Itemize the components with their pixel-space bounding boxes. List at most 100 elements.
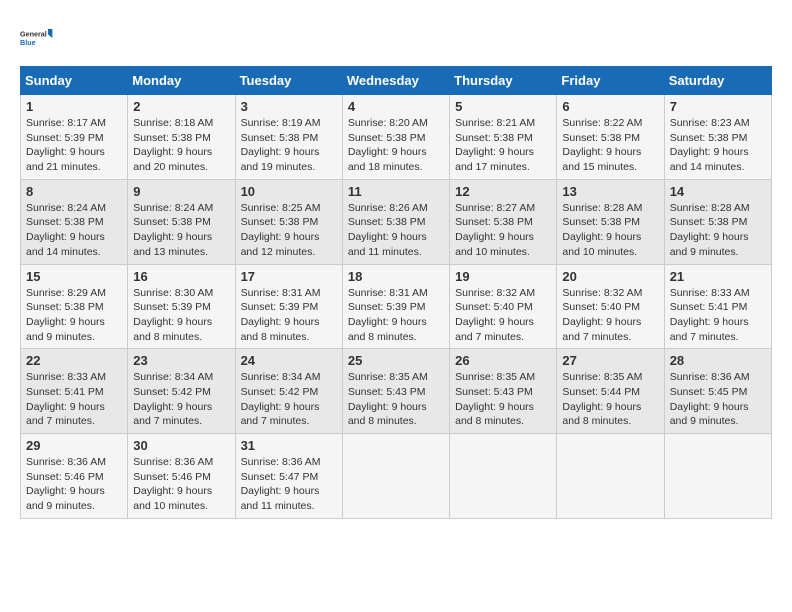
calendar-cell [557, 434, 664, 519]
weekday-monday: Monday [128, 67, 235, 95]
day-info: Sunrise: 8:33 AM Sunset: 5:41 PM Dayligh… [26, 370, 122, 429]
day-info: Sunrise: 8:31 AM Sunset: 5:39 PM Dayligh… [241, 286, 337, 345]
calendar-week-2: 8 Sunrise: 8:24 AM Sunset: 5:38 PM Daylig… [21, 179, 772, 264]
calendar-cell: 20Sunrise: 8:32 AM Sunset: 5:40 PM Dayli… [557, 264, 664, 349]
weekday-sunday: Sunday [21, 67, 128, 95]
day-info: Sunrise: 8:34 AM Sunset: 5:42 PM Dayligh… [241, 370, 337, 429]
day-number: 5 [455, 99, 551, 114]
day-info: Sunrise: 8:31 AM Sunset: 5:39 PM Dayligh… [348, 286, 444, 345]
calendar-cell: 14 Sunrise: 8:28 AM Sunset: 5:38 PM Dayli… [664, 179, 771, 264]
calendar-cell: 31Sunrise: 8:36 AM Sunset: 5:47 PM Dayli… [235, 434, 342, 519]
weekday-friday: Friday [557, 67, 664, 95]
day-info: Sunrise: 8:33 AM Sunset: 5:41 PM Dayligh… [670, 286, 766, 345]
day-info: Sunrise: 8:29 AM Sunset: 5:38 PM Dayligh… [26, 286, 122, 345]
page-header: GeneralBlue [20, 20, 772, 56]
day-number: 12 [455, 184, 551, 199]
day-number: 28 [670, 353, 766, 368]
logo-icon: GeneralBlue [20, 20, 56, 56]
calendar-cell: 30 Sunrise: 8:36 AM Sunset: 5:46 PM Dayli… [128, 434, 235, 519]
day-info: Sunrise: 8:23 AM Sunset: 5:38 PM Dayligh… [670, 116, 766, 175]
calendar-cell: 25 Sunrise: 8:35 AM Sunset: 5:43 PM Dayli… [342, 349, 449, 434]
calendar-cell: 26 Sunrise: 8:35 AM Sunset: 5:43 PM Dayli… [450, 349, 557, 434]
weekday-tuesday: Tuesday [235, 67, 342, 95]
calendar-cell: 3Sunrise: 8:19 AM Sunset: 5:38 PM Daylig… [235, 95, 342, 180]
day-info: Sunrise: 8:34 AM Sunset: 5:42 PM Dayligh… [133, 370, 229, 429]
day-number: 4 [348, 99, 444, 114]
calendar-table: SundayMondayTuesdayWednesdayThursdayFrid… [20, 66, 772, 519]
day-info: Sunrise: 8:36 AM Sunset: 5:46 PM Dayligh… [133, 455, 229, 514]
day-info: Sunrise: 8:28 AM Sunset: 5:38 PM Dayligh… [670, 201, 766, 260]
day-number: 30 [133, 438, 229, 453]
day-info: Sunrise: 8:36 AM Sunset: 5:46 PM Dayligh… [26, 455, 122, 514]
calendar-cell [342, 434, 449, 519]
day-number: 24 [241, 353, 337, 368]
weekday-thursday: Thursday [450, 67, 557, 95]
day-info: Sunrise: 8:18 AM Sunset: 5:38 PM Dayligh… [133, 116, 229, 175]
day-number: 9 [133, 184, 229, 199]
svg-text:Blue: Blue [20, 38, 36, 47]
calendar-cell: 28 Sunrise: 8:36 AM Sunset: 5:45 PM Dayli… [664, 349, 771, 434]
calendar-cell: 10 Sunrise: 8:25 AM Sunset: 5:38 PM Dayli… [235, 179, 342, 264]
day-info: Sunrise: 8:27 AM Sunset: 5:38 PM Dayligh… [455, 201, 551, 260]
calendar-cell: 7 Sunrise: 8:23 AM Sunset: 5:38 PM Daylig… [664, 95, 771, 180]
day-number: 19 [455, 269, 551, 284]
calendar-cell: 21 Sunrise: 8:33 AM Sunset: 5:41 PM Dayli… [664, 264, 771, 349]
day-info: Sunrise: 8:24 AM Sunset: 5:38 PM Dayligh… [26, 201, 122, 260]
calendar-cell: 18Sunrise: 8:31 AM Sunset: 5:39 PM Dayli… [342, 264, 449, 349]
day-info: Sunrise: 8:36 AM Sunset: 5:45 PM Dayligh… [670, 370, 766, 429]
calendar-cell: 9 Sunrise: 8:24 AM Sunset: 5:38 PM Daylig… [128, 179, 235, 264]
day-number: 7 [670, 99, 766, 114]
calendar-cell: 16 Sunrise: 8:30 AM Sunset: 5:39 PM Dayli… [128, 264, 235, 349]
logo: GeneralBlue [20, 20, 56, 56]
day-number: 14 [670, 184, 766, 199]
day-number: 11 [348, 184, 444, 199]
day-number: 20 [562, 269, 658, 284]
day-number: 6 [562, 99, 658, 114]
calendar-cell: 12 Sunrise: 8:27 AM Sunset: 5:38 PM Dayli… [450, 179, 557, 264]
day-info: Sunrise: 8:30 AM Sunset: 5:39 PM Dayligh… [133, 286, 229, 345]
day-number: 23 [133, 353, 229, 368]
day-number: 26 [455, 353, 551, 368]
day-number: 27 [562, 353, 658, 368]
calendar-cell: 2 Sunrise: 8:18 AM Sunset: 5:38 PM Daylig… [128, 95, 235, 180]
svg-text:General: General [20, 30, 47, 39]
calendar-cell: 24 Sunrise: 8:34 AM Sunset: 5:42 PM Dayli… [235, 349, 342, 434]
day-info: Sunrise: 8:35 AM Sunset: 5:43 PM Dayligh… [455, 370, 551, 429]
day-number: 29 [26, 438, 122, 453]
calendar-cell: 19 Sunrise: 8:32 AM Sunset: 5:40 PM Dayli… [450, 264, 557, 349]
day-info: Sunrise: 8:32 AM Sunset: 5:40 PM Dayligh… [455, 286, 551, 345]
day-number: 16 [133, 269, 229, 284]
calendar-week-1: 1 Sunrise: 8:17 AM Sunset: 5:39 PM Daylig… [21, 95, 772, 180]
weekday-saturday: Saturday [664, 67, 771, 95]
day-info: Sunrise: 8:25 AM Sunset: 5:38 PM Dayligh… [241, 201, 337, 260]
calendar-cell: 5 Sunrise: 8:21 AM Sunset: 5:38 PM Daylig… [450, 95, 557, 180]
day-number: 22 [26, 353, 122, 368]
calendar-cell: 6 Sunrise: 8:22 AM Sunset: 5:38 PM Daylig… [557, 95, 664, 180]
day-info: Sunrise: 8:35 AM Sunset: 5:44 PM Dayligh… [562, 370, 658, 429]
day-number: 21 [670, 269, 766, 284]
day-info: Sunrise: 8:17 AM Sunset: 5:39 PM Dayligh… [26, 116, 122, 175]
day-number: 10 [241, 184, 337, 199]
calendar-cell: 17 Sunrise: 8:31 AM Sunset: 5:39 PM Dayli… [235, 264, 342, 349]
calendar-week-3: 15Sunrise: 8:29 AM Sunset: 5:38 PM Dayli… [21, 264, 772, 349]
day-info: Sunrise: 8:35 AM Sunset: 5:43 PM Dayligh… [348, 370, 444, 429]
day-info: Sunrise: 8:26 AM Sunset: 5:38 PM Dayligh… [348, 201, 444, 260]
day-number: 1 [26, 99, 122, 114]
day-number: 2 [133, 99, 229, 114]
calendar-cell [664, 434, 771, 519]
day-info: Sunrise: 8:22 AM Sunset: 5:38 PM Dayligh… [562, 116, 658, 175]
calendar-cell: 15Sunrise: 8:29 AM Sunset: 5:38 PM Dayli… [21, 264, 128, 349]
calendar-cell: 22 Sunrise: 8:33 AM Sunset: 5:41 PM Dayli… [21, 349, 128, 434]
day-number: 3 [241, 99, 337, 114]
day-number: 31 [241, 438, 337, 453]
day-info: Sunrise: 8:21 AM Sunset: 5:38 PM Dayligh… [455, 116, 551, 175]
day-info: Sunrise: 8:24 AM Sunset: 5:38 PM Dayligh… [133, 201, 229, 260]
calendar-week-5: 29 Sunrise: 8:36 AM Sunset: 5:46 PM Dayli… [21, 434, 772, 519]
day-number: 17 [241, 269, 337, 284]
day-number: 25 [348, 353, 444, 368]
weekday-header-row: SundayMondayTuesdayWednesdayThursdayFrid… [21, 67, 772, 95]
calendar-cell: 4Sunrise: 8:20 AM Sunset: 5:38 PM Daylig… [342, 95, 449, 180]
calendar-cell [450, 434, 557, 519]
day-number: 8 [26, 184, 122, 199]
calendar-cell: 13Sunrise: 8:28 AM Sunset: 5:38 PM Dayli… [557, 179, 664, 264]
